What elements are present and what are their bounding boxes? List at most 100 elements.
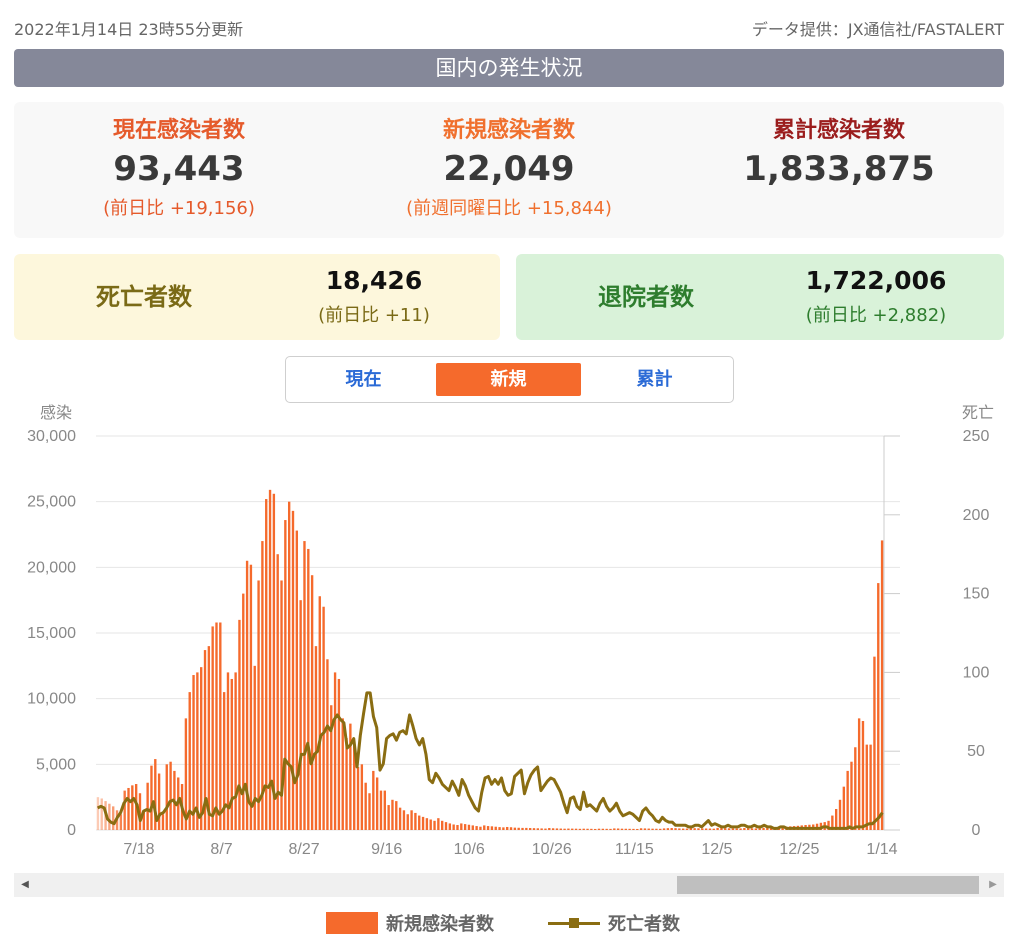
x-tick-label: 10/26 [532, 841, 572, 858]
bar [112, 806, 115, 830]
scrollbar-thumb[interactable] [677, 876, 979, 894]
bar [743, 828, 746, 830]
bar [762, 827, 765, 830]
bar [307, 548, 310, 830]
bar-swatch-icon [326, 912, 378, 934]
scroll-right-icon[interactable]: ▶ [982, 873, 1004, 897]
discharged-diff: (前日比 +2,882) [805, 305, 947, 326]
bar [846, 770, 849, 830]
x-tick-label: 8/7 [210, 841, 232, 858]
bar [157, 773, 161, 830]
bar [410, 810, 413, 830]
stat-new-value: 22,049 [443, 149, 575, 189]
update-timestamp: 2022年1月14日 23時55分更新 [14, 20, 244, 39]
y-right-tick-label: 100 [963, 664, 990, 681]
bar [368, 793, 371, 830]
bar [861, 720, 865, 830]
bar [402, 810, 406, 830]
bar [865, 744, 868, 830]
legend-item-deaths[interactable]: 死亡者数 [548, 908, 680, 938]
tab-new[interactable]: 新規 [436, 363, 581, 396]
stat-new-label: 新規感染者数 [442, 118, 575, 143]
bar [326, 659, 329, 830]
y-left-tick-label: 30,000 [27, 428, 76, 445]
deaths-label: 死亡者数 [96, 283, 192, 311]
tab-current[interactable]: 現在 [291, 363, 436, 396]
stat-current-label: 現在感染者数 [112, 118, 245, 143]
bar [616, 828, 620, 830]
bar [704, 828, 708, 830]
bar [666, 828, 670, 830]
bar [559, 828, 562, 830]
bar [643, 828, 647, 830]
bar [685, 828, 689, 830]
bar [716, 827, 719, 830]
bar [490, 826, 494, 830]
bar [754, 828, 758, 830]
bar [597, 828, 601, 830]
bar [532, 828, 536, 830]
bar [444, 822, 448, 830]
bar [877, 583, 880, 830]
bar [544, 828, 547, 830]
bar [563, 828, 566, 830]
y-left-tick-label: 15,000 [27, 625, 76, 642]
bar [551, 828, 555, 830]
bar [747, 828, 750, 830]
bar [857, 718, 861, 830]
bar [414, 812, 417, 830]
bar [854, 747, 857, 830]
stat-current-value: 93,443 [113, 149, 245, 189]
bar [303, 541, 306, 830]
bar [475, 826, 478, 830]
bar [261, 541, 264, 830]
bar [712, 828, 715, 830]
bar [517, 827, 520, 830]
bar [536, 828, 539, 830]
bar [322, 606, 325, 830]
bar [425, 818, 429, 830]
x-tick-label: 12/5 [701, 841, 732, 858]
bar [842, 786, 846, 830]
bar [119, 814, 123, 830]
bar [486, 826, 490, 830]
bar [268, 489, 272, 830]
y-right-tick-label: 250 [963, 428, 990, 445]
bar [513, 827, 517, 830]
legend-item-cases[interactable]: 新規感染者数 [326, 908, 494, 938]
stat-new: 新規感染者数 22,049 (前週同曜日比 +15,844) [344, 102, 674, 222]
bar [123, 790, 126, 830]
tab-total[interactable]: 累計 [582, 363, 727, 396]
bar [391, 799, 394, 830]
y-left-axis-title: 感染 [40, 403, 72, 422]
data-source: データ提供：JX通信社/FASTALERT [751, 20, 1004, 39]
chart-scrollbar[interactable]: ◀ ▶ [14, 873, 1004, 897]
bar [146, 782, 149, 830]
scroll-left-icon[interactable]: ◀ [14, 873, 36, 897]
bar [567, 828, 570, 830]
bar [398, 807, 402, 830]
deaths-box: 死亡者数 18,426 (前日比 +11) [14, 254, 500, 340]
bar [590, 828, 593, 830]
stat-current-diff: (前日比 +19,156) [103, 198, 255, 219]
bar [735, 828, 738, 830]
legend-cases-label: 新規感染者数 [386, 914, 494, 935]
bar [697, 828, 700, 830]
bar [219, 622, 222, 830]
bar [548, 828, 551, 830]
y-right-tick-label: 150 [963, 586, 990, 603]
bar [272, 493, 276, 830]
bar [498, 827, 501, 830]
discharged-value: 1,722,006 [805, 266, 947, 295]
bar [750, 828, 754, 830]
bar [662, 828, 666, 830]
bar [582, 828, 585, 830]
bar [169, 761, 172, 830]
bar [636, 828, 639, 830]
bar [356, 766, 360, 830]
top-info-bar: 2022年1月14日 23時55分更新 データ提供：JX通信社/FASTALER… [14, 16, 1004, 39]
bar [406, 814, 409, 830]
x-tick-label: 12/25 [779, 841, 819, 858]
bar [230, 678, 233, 830]
bar [655, 828, 658, 830]
